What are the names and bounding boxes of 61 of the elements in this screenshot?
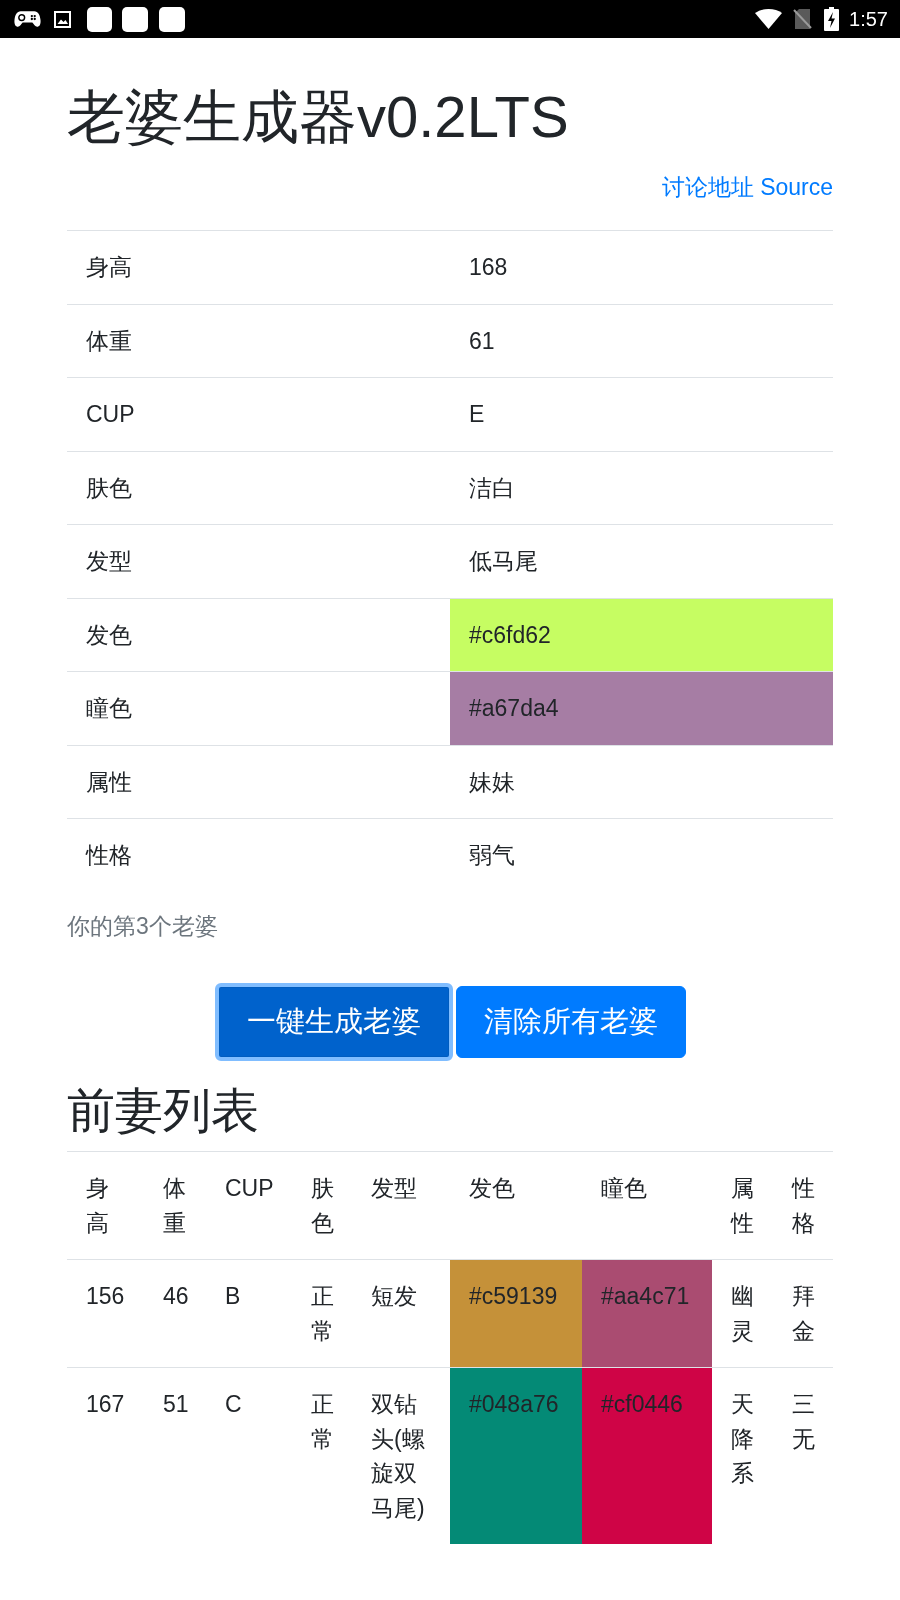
clear-button[interactable]: 清除所有老婆 bbox=[455, 986, 686, 1058]
gamepad-icon bbox=[14, 10, 41, 28]
table-value: 156 bbox=[86, 1283, 125, 1310]
battery-charging-icon bbox=[824, 7, 840, 31]
attribute-value: E bbox=[469, 401, 485, 428]
attribute-label: 发型 bbox=[86, 548, 132, 575]
attribute-label: 瞳色 bbox=[86, 695, 132, 722]
color-value-cell: #048a76 bbox=[450, 1367, 582, 1545]
attribute-label: 性格 bbox=[86, 842, 132, 869]
attribute-value: 168 bbox=[469, 254, 508, 281]
column-header: 发型 bbox=[371, 1175, 417, 1202]
color-value-cell: #a67da4 bbox=[450, 671, 833, 746]
table-value: 幽灵 bbox=[731, 1283, 754, 1344]
table-value: 天降系 bbox=[731, 1391, 754, 1487]
attribute-label: 属性 bbox=[86, 768, 132, 795]
table-value: 双钻头(螺旋双马尾) bbox=[371, 1391, 425, 1521]
table-value: 167 bbox=[86, 1391, 125, 1418]
column-header: 属性 bbox=[731, 1175, 754, 1236]
color-value-cell: #cf0446 bbox=[582, 1367, 712, 1545]
header-link[interactable]: 讨论地址 bbox=[662, 169, 755, 205]
attribute-label: 体重 bbox=[86, 327, 132, 354]
attribute-label: 肤色 bbox=[86, 474, 132, 501]
header-link[interactable]: Source bbox=[760, 169, 833, 205]
status-time: 1:57 bbox=[849, 9, 888, 29]
attribute-value: 低马尾 bbox=[469, 548, 538, 575]
color-value-cell: #aa4c71 bbox=[582, 1259, 712, 1368]
table-value: 拜金 bbox=[792, 1283, 815, 1344]
color-value-cell: #c59139 bbox=[450, 1259, 582, 1368]
attribute-value: 妹妹 bbox=[469, 768, 515, 795]
rounded-square-icon bbox=[87, 6, 112, 32]
attribute-label: 身高 bbox=[86, 254, 132, 281]
table-value: 46 bbox=[163, 1283, 189, 1310]
image-icon bbox=[54, 10, 71, 28]
column-header: 肤色 bbox=[311, 1175, 334, 1236]
no-sim-icon bbox=[793, 8, 813, 30]
column-header: 发色 bbox=[469, 1175, 515, 1202]
rounded-square-icon bbox=[122, 6, 148, 32]
table-value: 51 bbox=[163, 1391, 189, 1418]
table-value: B bbox=[225, 1283, 241, 1310]
attribute-label: 发色 bbox=[86, 621, 132, 648]
page-title: 老婆生成器v0.2LTS bbox=[67, 83, 570, 151]
generate-button[interactable]: 一键生成老婆 bbox=[214, 983, 453, 1061]
table-value: 正常 bbox=[311, 1391, 334, 1452]
attribute-value: 弱气 bbox=[469, 842, 515, 869]
column-header: 身高 bbox=[86, 1175, 109, 1236]
column-header: 体重 bbox=[163, 1175, 186, 1236]
section-heading: 前妻列表 bbox=[67, 1082, 260, 1139]
table-value: 三无 bbox=[792, 1391, 815, 1452]
count-note: 你的第3个老婆 bbox=[67, 911, 219, 941]
column-header: CUP bbox=[225, 1175, 274, 1202]
wifi-icon bbox=[755, 9, 783, 29]
rounded-square-icon bbox=[159, 6, 185, 32]
attribute-value: 洁白 bbox=[469, 474, 515, 501]
table-value: 短发 bbox=[371, 1283, 417, 1310]
table-value: 正常 bbox=[311, 1283, 334, 1344]
table-value: C bbox=[225, 1391, 242, 1418]
column-header: 瞳色 bbox=[601, 1175, 647, 1202]
attribute-label: CUP bbox=[86, 401, 135, 428]
attribute-value: 61 bbox=[469, 327, 495, 354]
column-header: 性格 bbox=[792, 1175, 815, 1236]
color-value-cell: #c6fd62 bbox=[450, 598, 833, 672]
